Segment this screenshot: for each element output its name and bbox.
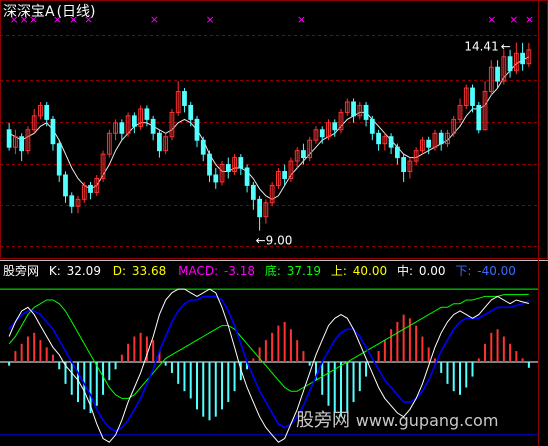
- signal-marker: ×: [206, 13, 215, 26]
- indicator-name: 股旁网: [3, 263, 39, 278]
- candle-down: [257, 198, 262, 218]
- bottom-value: 37.19: [287, 264, 321, 278]
- lower-label: 下:: [455, 264, 471, 278]
- candle-down: [131, 115, 137, 127]
- candle-down: [476, 104, 482, 131]
- candle-down: [363, 104, 369, 120]
- candle-down: [401, 157, 407, 173]
- lower-value: -40.00: [477, 264, 516, 278]
- bottom-line: [8, 293, 529, 399]
- candle-down: [157, 132, 162, 152]
- signal-marker: ×: [487, 13, 496, 26]
- indicator-header: 股旁网 K: 32.09 D: 33.68 MACD: -3.18 底: 37.…: [3, 263, 516, 278]
- candle-down: [244, 167, 250, 186]
- candle-down: [44, 104, 50, 120]
- candle-down: [394, 146, 400, 159]
- middle-value: 0.00: [419, 264, 446, 278]
- candle-down: [369, 118, 375, 134]
- d-label: D:: [113, 264, 126, 278]
- candle-down: [119, 122, 125, 134]
- signal-marker: ×: [297, 13, 306, 26]
- candle-down: [144, 108, 150, 120]
- macd-label: MACD:: [178, 264, 218, 278]
- candle-down: [520, 52, 525, 65]
- candle-down: [250, 184, 256, 200]
- k-label: K:: [49, 264, 61, 278]
- middle-label: 中:: [397, 263, 413, 278]
- candle-down: [388, 136, 394, 148]
- candle-down: [438, 132, 444, 145]
- high-price-label: 14.41 ←: [464, 40, 510, 54]
- signal-marker: ×: [525, 13, 534, 26]
- k-value: 32.09: [67, 264, 101, 278]
- chart-canvas[interactable]: × × × × × × × × × × × × 深深宝A (日线) 14.41 ← ←9.00 股旁网 K…: [0, 0, 548, 446]
- candle-down: [319, 129, 325, 138]
- candle-down: [19, 136, 25, 152]
- candle-down: [150, 118, 156, 134]
- candle-down: [238, 157, 244, 169]
- candle-down: [426, 139, 432, 148]
- price-gridlines: [0, 35, 538, 247]
- candle-down: [351, 101, 356, 117]
- watermark-logo: 股旁网: [296, 410, 350, 431]
- candle-down: [207, 153, 212, 176]
- low-price-label: ←9.00: [256, 234, 293, 248]
- candle-down: [213, 174, 219, 183]
- candle-down: [6, 129, 12, 148]
- candle-down: [63, 174, 68, 197]
- moving-average-line: [8, 56, 530, 200]
- candle-down: [182, 91, 187, 106]
- upper-value: 40.00: [353, 264, 387, 278]
- candle-down: [194, 118, 200, 141]
- signal-marker: ×: [509, 13, 518, 26]
- candle-down: [282, 171, 288, 179]
- signal-marker: ×: [150, 13, 159, 26]
- price-moving-average: [8, 56, 530, 200]
- stock-chart-window: × × × × × × × × × × × × 深深宝A (日线) 14.41 ← ←9.00 股旁网 K…: [0, 0, 548, 446]
- candle-down: [332, 122, 338, 131]
- candle-down: [88, 184, 93, 193]
- candle-down: [470, 87, 475, 106]
- candle-down: [50, 118, 56, 145]
- candle-down: [507, 56, 513, 72]
- candle-down: [188, 104, 194, 120]
- candle-down: [69, 195, 75, 207]
- macd-value: -3.18: [224, 264, 255, 278]
- d-value: 33.68: [132, 264, 166, 278]
- stock-title: 深深宝A (日线): [3, 4, 96, 20]
- macd-histogram: [8, 314, 530, 421]
- candle-down: [301, 150, 306, 159]
- price-candles: [6, 42, 532, 231]
- bottom-label: 底:: [265, 263, 281, 278]
- candle-down: [225, 164, 231, 173]
- candle-down: [495, 66, 500, 82]
- candle-down: [200, 139, 206, 155]
- candle-down: [376, 132, 381, 145]
- candle-down: [56, 143, 62, 176]
- watermark-url: www.gupang.com: [355, 411, 499, 430]
- watermark: 股旁网 www.gupang.com: [296, 406, 498, 432]
- upper-label: 上:: [331, 264, 347, 278]
